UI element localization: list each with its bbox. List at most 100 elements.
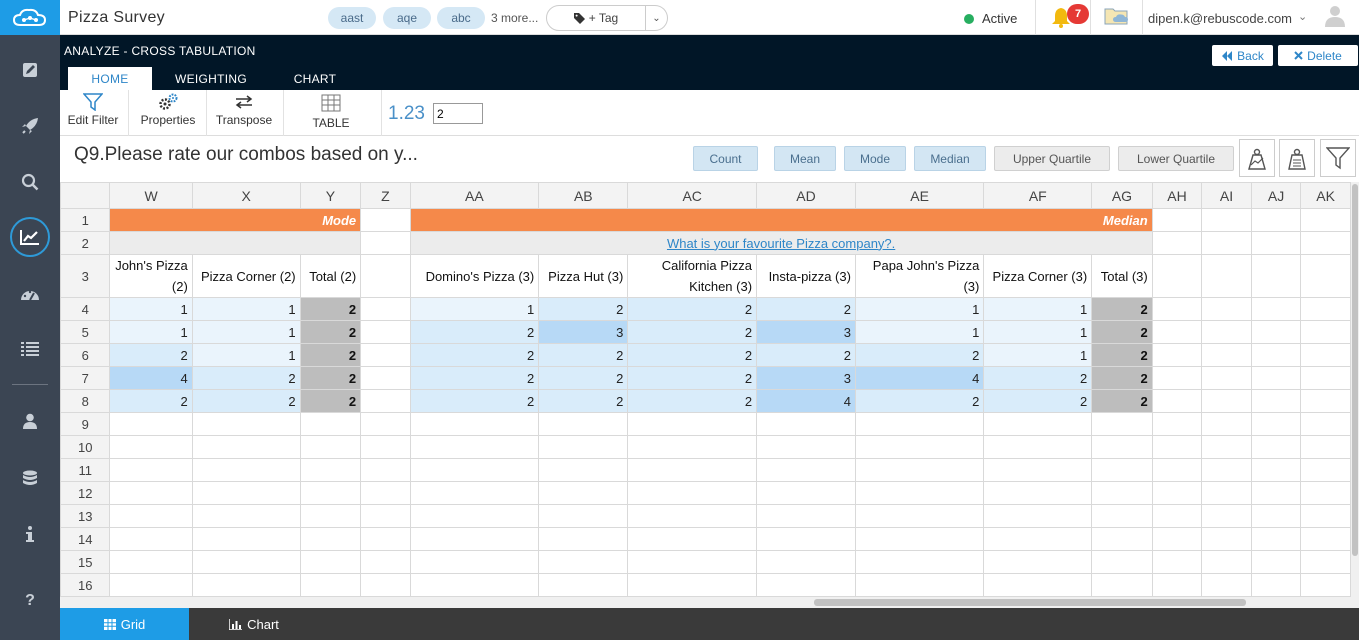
data-cell[interactable]: 1 xyxy=(983,320,1093,344)
cell[interactable] xyxy=(1300,366,1351,390)
cell[interactable] xyxy=(1300,343,1351,367)
cell[interactable] xyxy=(109,573,193,597)
back-button[interactable]: Back xyxy=(1212,45,1273,66)
cell[interactable] xyxy=(1151,366,1203,390)
column-header[interactable]: AH xyxy=(1151,182,1203,209)
tag-pill[interactable]: aast xyxy=(328,7,376,29)
cell[interactable] xyxy=(1151,231,1203,255)
total-cell[interactable]: 2 xyxy=(299,389,362,413)
cell[interactable] xyxy=(627,458,758,482)
cell[interactable] xyxy=(627,412,758,436)
cell[interactable] xyxy=(854,527,985,551)
tag-pill[interactable]: abc xyxy=(437,7,485,29)
data-cell[interactable]: 1 xyxy=(109,297,193,321)
cell[interactable] xyxy=(409,550,540,574)
row-header[interactable]: 16 xyxy=(60,573,111,597)
row-header[interactable]: 12 xyxy=(60,481,111,505)
cell[interactable] xyxy=(756,573,856,597)
data-cell[interactable]: 1 xyxy=(191,343,301,367)
tab-weighting[interactable]: WEIGHTING xyxy=(164,67,258,90)
cell[interactable] xyxy=(1300,320,1351,344)
cell[interactable] xyxy=(1250,504,1302,528)
cell[interactable] xyxy=(1300,389,1351,413)
cell[interactable] xyxy=(360,481,411,505)
cell[interactable] xyxy=(538,504,629,528)
data-cell[interactable]: 2 xyxy=(409,343,540,367)
cell[interactable] xyxy=(983,527,1093,551)
cell[interactable] xyxy=(1250,458,1302,482)
transpose-button[interactable]: Transpose xyxy=(210,90,278,136)
total-cell[interactable]: 2 xyxy=(1091,297,1153,321)
median-button[interactable]: Median xyxy=(914,146,986,171)
column-header[interactable]: AI xyxy=(1201,182,1252,209)
cell[interactable] xyxy=(1151,320,1203,344)
cell[interactable] xyxy=(1201,297,1252,321)
cell[interactable] xyxy=(854,481,985,505)
cell[interactable] xyxy=(1091,550,1153,574)
cell[interactable] xyxy=(1300,573,1351,597)
cell[interactable] xyxy=(1300,504,1351,528)
cell[interactable] xyxy=(756,412,856,436)
data-cell[interactable]: 4 xyxy=(756,389,856,413)
cell[interactable] xyxy=(1151,550,1203,574)
column-header[interactable]: AC xyxy=(627,182,758,209)
cell[interactable] xyxy=(854,504,985,528)
database-icon[interactable] xyxy=(0,459,60,499)
cell[interactable] xyxy=(1250,573,1302,597)
cell[interactable] xyxy=(756,481,856,505)
weight-icon[interactable] xyxy=(1279,139,1315,177)
chevron-down-icon[interactable]: ⌄ xyxy=(1298,10,1307,23)
chevron-down-icon[interactable]: ⌄ xyxy=(646,5,668,31)
count-button[interactable]: Count xyxy=(693,146,758,171)
cell[interactable] xyxy=(409,504,540,528)
row-header[interactable]: 4 xyxy=(60,297,111,321)
cell[interactable] xyxy=(983,412,1093,436)
data-cell[interactable]: 1 xyxy=(109,320,193,344)
cell[interactable] xyxy=(1151,527,1203,551)
user-email[interactable]: dipen.k@rebuscode.com xyxy=(1148,11,1292,26)
total-cell[interactable]: 2 xyxy=(1091,320,1153,344)
cell[interactable] xyxy=(538,458,629,482)
cell[interactable] xyxy=(1151,412,1203,436)
data-cell[interactable]: 1 xyxy=(409,297,540,321)
cell[interactable] xyxy=(360,573,411,597)
cell[interactable] xyxy=(1201,389,1252,413)
cell[interactable] xyxy=(360,504,411,528)
cell[interactable] xyxy=(1300,527,1351,551)
data-cell[interactable]: 2 xyxy=(627,366,758,390)
table-button[interactable]: TABLE xyxy=(296,90,366,136)
cell[interactable] xyxy=(299,435,362,459)
cell[interactable] xyxy=(109,527,193,551)
cell[interactable] xyxy=(756,435,856,459)
row-header[interactable]: 15 xyxy=(60,550,111,574)
data-cell[interactable]: 1 xyxy=(854,297,985,321)
cell[interactable] xyxy=(756,504,856,528)
rocket-icon[interactable] xyxy=(0,106,60,146)
cell[interactable] xyxy=(1091,458,1153,482)
cell[interactable] xyxy=(1300,435,1351,459)
column-header[interactable]: W xyxy=(109,182,193,209)
cell[interactable] xyxy=(1151,435,1203,459)
analytics-icon[interactable] xyxy=(0,217,60,257)
data-cell[interactable]: 2 xyxy=(627,320,758,344)
data-cell[interactable]: 2 xyxy=(109,389,193,413)
cell[interactable] xyxy=(1250,550,1302,574)
cell[interactable] xyxy=(1091,412,1153,436)
data-cell[interactable]: 1 xyxy=(854,320,985,344)
vertical-scrollbar[interactable] xyxy=(1351,182,1359,597)
data-cell[interactable]: 2 xyxy=(191,366,301,390)
horizontal-scrollbar[interactable] xyxy=(60,597,1359,608)
column-header[interactable]: Y xyxy=(299,182,362,209)
cell[interactable] xyxy=(1151,343,1203,367)
data-cell[interactable]: 2 xyxy=(627,343,758,367)
scrollbar-thumb[interactable] xyxy=(1352,184,1358,556)
cell[interactable] xyxy=(854,550,985,574)
cell[interactable] xyxy=(109,550,193,574)
data-cell[interactable]: 2 xyxy=(409,366,540,390)
cell[interactable] xyxy=(983,435,1093,459)
tab-chart-bottom[interactable]: Chart xyxy=(220,608,288,640)
delete-button[interactable]: Delete xyxy=(1278,45,1358,66)
cell[interactable] xyxy=(1250,366,1302,390)
cell[interactable] xyxy=(756,527,856,551)
cell[interactable] xyxy=(191,412,301,436)
